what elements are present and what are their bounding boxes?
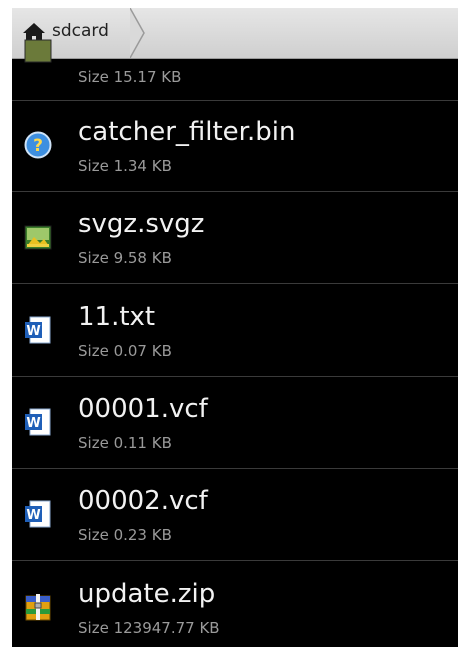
file-size: Size 0.23 KB <box>78 526 172 544</box>
word-document-icon: W <box>25 500 51 528</box>
file-size: Size 0.07 KB <box>78 342 172 360</box>
svg-text:W: W <box>26 508 40 523</box>
file-name: catcher_filter.bin <box>78 117 296 147</box>
file-size: Size 0.11 KB <box>78 434 172 452</box>
file-row[interactable]: update.zip Size 123947.77 KB <box>12 562 458 647</box>
file-size: Size 9.58 KB <box>78 249 172 267</box>
archive-icon <box>25 594 51 621</box>
file-row[interactable]: Size 15.17 KB <box>12 9 458 101</box>
file-row[interactable]: svgz.svgz Size 9.58 KB <box>12 192 458 284</box>
file-row[interactable]: W 00002.vcf Size 0.23 KB <box>12 469 458 561</box>
file-name: update.zip <box>78 579 216 609</box>
unknown-file-icon: ? <box>24 131 52 159</box>
file-name: svgz.svgz <box>78 209 205 239</box>
file-name: 00001.vcf <box>78 394 208 424</box>
image-icon <box>24 39 52 63</box>
image-icon <box>24 225 52 250</box>
file-row[interactable]: W 00001.vcf Size 0.11 KB <box>12 377 458 469</box>
file-size: Size 1.34 KB <box>78 157 172 175</box>
file-size: Size 15.17 KB <box>78 68 182 86</box>
svg-text:?: ? <box>33 136 43 156</box>
word-document-icon: W <box>25 316 51 344</box>
word-document-icon: W <box>25 408 51 436</box>
svg-text:W: W <box>26 324 40 339</box>
file-name: 11.txt <box>78 302 156 332</box>
file-row[interactable]: W 11.txt Size 0.07 KB <box>12 285 458 377</box>
file-size: Size 123947.77 KB <box>78 619 220 637</box>
file-row[interactable]: ? catcher_filter.bin Size 1.34 KB <box>12 100 458 192</box>
file-name: 00002.vcf <box>78 486 208 516</box>
svg-text:W: W <box>26 416 40 431</box>
file-browser-screen: sdcard Size 15.17 KB ? catcher_filter.bi… <box>12 8 458 647</box>
